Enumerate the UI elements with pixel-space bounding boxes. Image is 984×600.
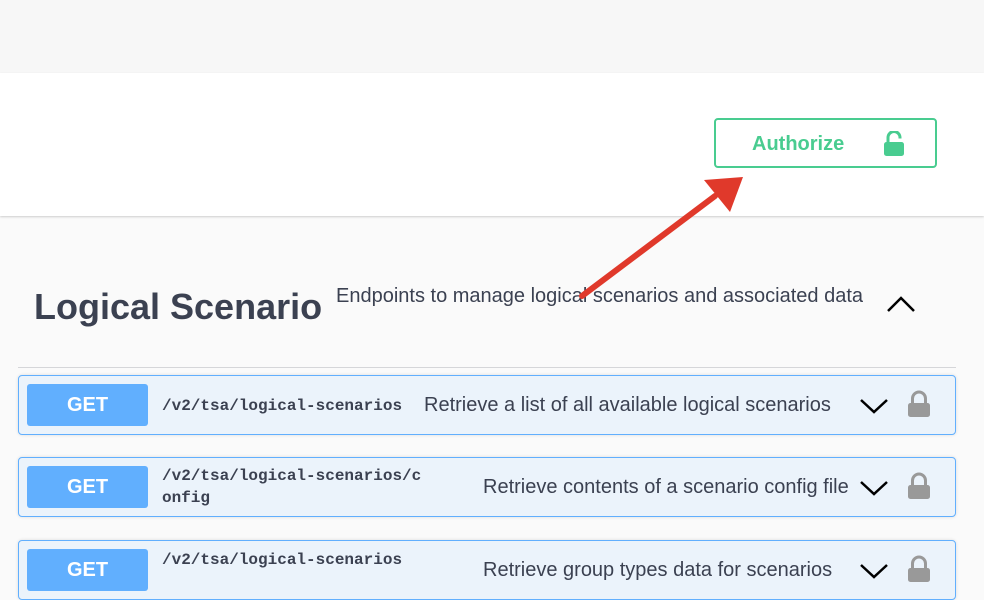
chevron-down-icon[interactable]: [859, 396, 889, 416]
chevron-up-icon[interactable]: [886, 293, 916, 315]
operation-summary: Retrieve contents of a scenario config f…: [483, 476, 849, 498]
top-band: [0, 0, 984, 73]
section-title: Logical Scenario: [34, 286, 323, 327]
method-badge: GET: [27, 549, 148, 591]
lock-icon[interactable]: [906, 555, 932, 583]
lock-icon[interactable]: [906, 472, 932, 500]
operation-summary: Retrieve group types data for scenarios: [483, 559, 833, 581]
authorize-button[interactable]: Authorize: [714, 118, 937, 168]
unlock-icon: [884, 131, 904, 156]
operation-get-logical-scenarios-config[interactable]: GET /v2/tsa/logical-scenarios/config Ret…: [18, 457, 956, 517]
operation-get-logical-scenarios[interactable]: GET /v2/tsa/logical-scenarios Retrieve a…: [18, 375, 956, 435]
lock-icon[interactable]: [906, 390, 932, 418]
chevron-down-icon[interactable]: [859, 478, 889, 498]
method-badge: GET: [27, 384, 148, 426]
operation-path: /v2/tsa/logical-scenarios/config: [162, 467, 422, 507]
section-logical-scenario[interactable]: Logical Scenario Endpoints to manage log…: [34, 281, 956, 367]
operation-summary: Retrieve a list of all available logical…: [424, 394, 831, 416]
authorize-label: Authorize: [752, 133, 845, 155]
section-description: Endpoints to manage logical scenarios an…: [336, 285, 864, 307]
section-divider: [18, 367, 956, 368]
operation-path: /v2/tsa/logical-scenarios: [162, 551, 403, 569]
method-badge: GET: [27, 466, 148, 508]
operation-path: /v2/tsa/logical-scenarios: [162, 397, 403, 415]
chevron-down-icon[interactable]: [859, 561, 889, 581]
operation-get-logical-scenarios-group-types[interactable]: GET /v2/tsa/logical-scenarios Retrieve g…: [18, 540, 956, 600]
